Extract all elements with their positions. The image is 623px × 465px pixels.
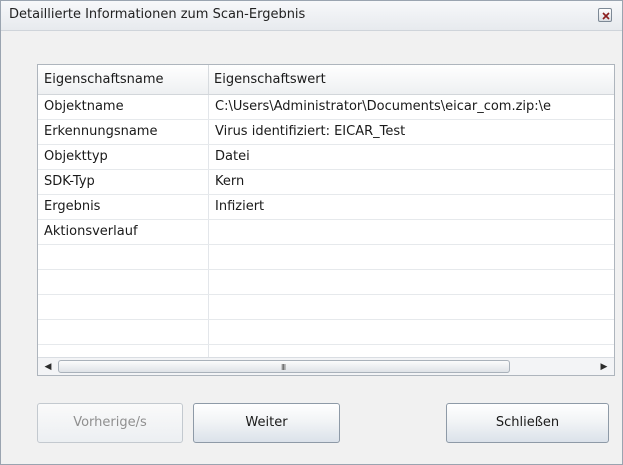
title-bar: Detaillierte Informationen zum Scan-Erge… [1, 1, 622, 31]
horizontal-scrollbar[interactable]: ◀ III ▶ [38, 357, 614, 375]
next-button[interactable]: Weiter [193, 403, 340, 443]
table-row[interactable]: Erkennungsname Virus identifiziert: EICAR… [38, 120, 614, 145]
close-icon[interactable] [598, 8, 612, 22]
property-name-cell: Ergebnis [38, 195, 209, 219]
property-value-cell [209, 320, 614, 344]
column-header-property-name[interactable]: Eigenschaftsname [38, 65, 209, 94]
table-row[interactable] [38, 320, 614, 345]
property-value-cell: C:\Users\Administrator\Documents\eicar_c… [215, 99, 552, 114]
table-body: Objektname C:\Users\Administrator\Documen… [38, 95, 614, 370]
arrow-left-icon[interactable]: ◀ [40, 359, 56, 375]
scrollbar-thumb[interactable]: III [58, 360, 510, 373]
property-name-cell: SDK-Typ [38, 170, 209, 194]
table-header: Eigenschaftsname Eigenschaftswert [38, 65, 614, 95]
property-name-cell [38, 320, 209, 344]
property-name-cell [38, 245, 209, 269]
table-row[interactable] [38, 245, 614, 270]
arrow-right-icon[interactable]: ▶ [596, 359, 612, 375]
table-row[interactable]: Ergebnis Infiziert [38, 195, 614, 220]
property-value-cell [209, 245, 614, 269]
grip-icon: III [281, 363, 286, 372]
property-value-cell: Datei [215, 149, 250, 164]
table-row[interactable]: Objektname C:\Users\Administrator\Documen… [38, 95, 614, 120]
property-value-cell [209, 220, 614, 244]
property-value-cell [209, 270, 614, 294]
table-row[interactable] [38, 295, 614, 320]
property-value-cell: Kern [215, 174, 245, 189]
previous-button[interactable]: Vorherige/s [37, 403, 183, 443]
property-name-cell: Objekttyp [38, 145, 209, 169]
table-row[interactable]: Objekttyp Datei [38, 145, 614, 170]
property-name-cell: Objektname [38, 95, 209, 119]
property-name-cell [38, 270, 209, 294]
property-name-cell [38, 295, 209, 319]
dialog-title: Detaillierte Informationen zum Scan-Erge… [9, 7, 306, 22]
property-name-cell: Erkennungsname [38, 120, 209, 144]
properties-table: Eigenschaftsname Eigenschaftswert Objekt… [37, 64, 615, 376]
property-name-cell: Aktionsverlauf [38, 220, 209, 244]
table-row[interactable] [38, 270, 614, 295]
column-header-property-value[interactable]: Eigenschaftswert [208, 65, 614, 94]
scan-result-dialog: Detaillierte Informationen zum Scan-Erge… [0, 0, 623, 465]
property-value-cell: Virus identifiziert: EICAR_Test [215, 124, 406, 139]
property-value-cell: Infiziert [215, 199, 265, 214]
property-value-cell [209, 295, 614, 319]
table-row[interactable]: Aktionsverlauf [38, 220, 614, 245]
close-button[interactable]: Schließen [446, 403, 609, 443]
table-row[interactable]: SDK-Typ Kern [38, 170, 614, 195]
